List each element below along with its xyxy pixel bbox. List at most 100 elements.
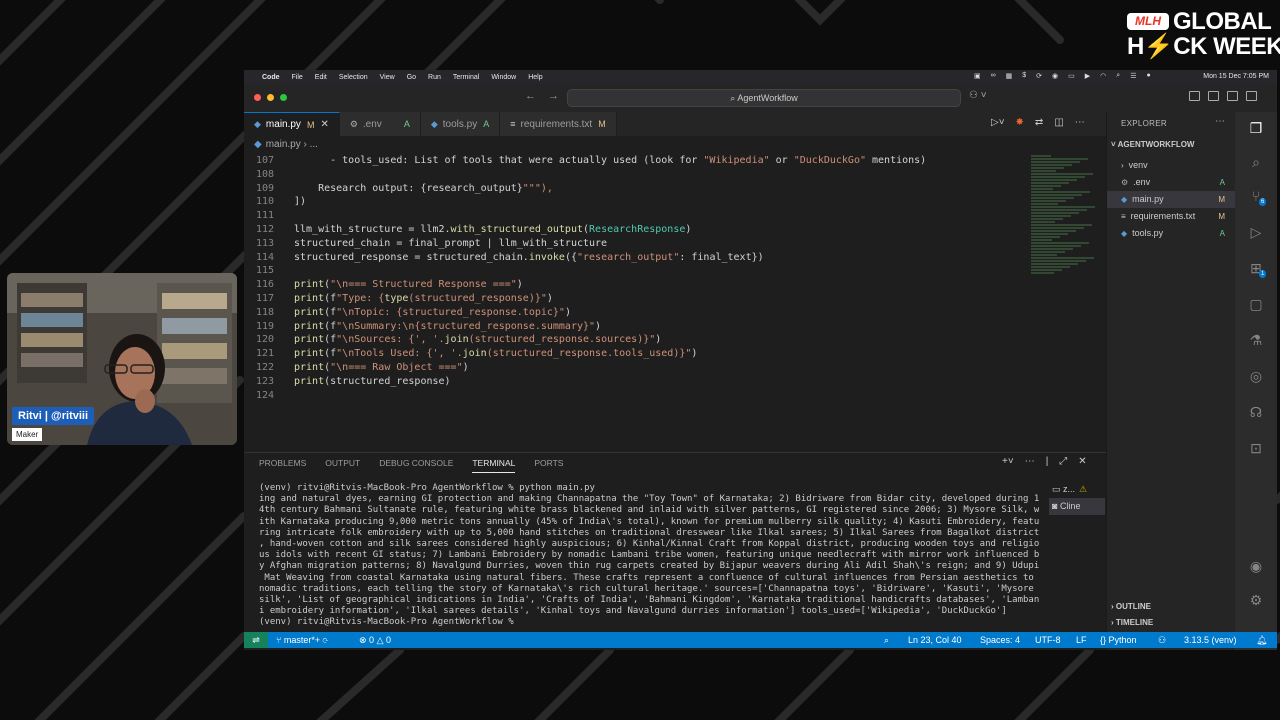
code-line[interactable]: 124: [244, 389, 1029, 403]
problems-count[interactable]: ⊗ 0 △ 0: [359, 632, 391, 648]
tab-terminal[interactable]: TERMINAL: [472, 458, 516, 473]
code-line[interactable]: 114 structured_response = structured_chai…: [244, 251, 1029, 265]
minimize-window-button[interactable]: [267, 94, 274, 101]
code-editor[interactable]: 107 - tools_used: List of tools that wer…: [244, 154, 1029, 414]
code-line[interactable]: 123 print(structured_response): [244, 375, 1029, 389]
debug-extension-icon[interactable]: ✸: [1016, 117, 1024, 128]
tab-output[interactable]: OUTPUT: [325, 458, 360, 473]
user-icon[interactable]: ●: [1146, 72, 1150, 80]
menu-file[interactable]: File: [292, 74, 303, 81]
extensions-icon[interactable]: ⊞ 1: [1235, 260, 1277, 278]
forward-arrow-icon[interactable]: →: [548, 90, 559, 102]
close-tab-icon[interactable]: ✕: [320, 119, 328, 130]
tab-main-py[interactable]: ◆ main.py M ✕: [244, 112, 340, 136]
explorer-folder-header[interactable]: ˅ AGENTWORKFLOW: [1111, 140, 1194, 149]
search-icon[interactable]: ⌕: [1116, 72, 1120, 80]
code-line[interactable]: 120 print(f"\nSources: {', '.join(structu…: [244, 333, 1029, 347]
code-line[interactable]: 117 print(f"Type: {type(structured_respon…: [244, 292, 1029, 306]
explorer-icon[interactable]: ❐: [1235, 120, 1277, 137]
menu-run[interactable]: Run: [428, 74, 441, 81]
command-center-search[interactable]: ⌕ AgentWorkflow: [567, 89, 961, 107]
robot-icon[interactable]: ⊡: [1235, 440, 1277, 457]
terminal-cline[interactable]: ◙ Cline: [1049, 498, 1105, 515]
close-panel-icon[interactable]: ✕: [1078, 456, 1086, 467]
toggle-secondary-sidebar-icon[interactable]: [1246, 91, 1257, 101]
encoding[interactable]: UTF-8: [1035, 632, 1061, 648]
run-debug-icon[interactable]: ▷: [1235, 224, 1277, 241]
code-line[interactable]: 112 llm_with_structure = llm2.with_struct…: [244, 223, 1029, 237]
record-icon[interactable]: ◉: [1052, 72, 1058, 80]
wifi-icon[interactable]: ◠: [1100, 72, 1106, 80]
tab-debug-console[interactable]: DEBUG CONSOLE: [379, 458, 453, 473]
code-line[interactable]: 113 structured_chain = final_prompt | llm…: [244, 237, 1029, 251]
sync-icon[interactable]: ⟳: [1036, 72, 1042, 80]
line-ending[interactable]: LF: [1076, 632, 1087, 648]
search-icon[interactable]: ⌕: [1235, 154, 1277, 171]
timeline-section[interactable]: › TIMELINE: [1111, 618, 1153, 627]
menu-go[interactable]: Go: [407, 74, 416, 81]
git-branch[interactable]: ⑂ master*+ ⟳: [276, 632, 328, 648]
grid-icon[interactable]: ▦: [1006, 72, 1013, 80]
code-line[interactable]: 109 Research output: {research_output}""…: [244, 182, 1029, 196]
menu-view[interactable]: View: [380, 74, 395, 81]
tab-problems[interactable]: PROBLEMS: [259, 458, 306, 473]
menu-app[interactable]: Code: [262, 74, 280, 81]
maximize-panel-icon[interactable]: ⤢: [1059, 456, 1067, 467]
tab-requirements[interactable]: ≡ requirements.txt M: [500, 112, 617, 136]
code-line[interactable]: 118 print(f"\nTopic: {structured_response…: [244, 306, 1029, 320]
link-icon[interactable]: ∞: [991, 72, 996, 80]
code-line[interactable]: 115: [244, 264, 1029, 278]
toggle-primary-sidebar-icon[interactable]: [1208, 91, 1219, 101]
copilot-status-icon[interactable]: ⚇: [1158, 632, 1166, 648]
zoom-window-button[interactable]: [280, 94, 287, 101]
account-icon[interactable]: ◉: [1235, 558, 1277, 575]
menu-selection[interactable]: Selection: [339, 74, 368, 81]
python-interpreter[interactable]: 3.13.5 (venv): [1184, 632, 1237, 648]
explorer-item-venv[interactable]: › venv: [1107, 157, 1235, 174]
code-line[interactable]: 111: [244, 209, 1029, 223]
code-line[interactable]: 107 - tools_used: List of tools that wer…: [244, 154, 1029, 168]
indentation[interactable]: Spaces: 4: [980, 632, 1020, 648]
tab-tools-py[interactable]: ◆ tools.py A: [420, 112, 501, 136]
battery-icon[interactable]: ▭: [1068, 72, 1075, 80]
close-window-button[interactable]: [254, 94, 261, 101]
screen-share-icon[interactable]: ▣: [974, 72, 981, 80]
explorer-item-requirements[interactable]: ≡ requirements.txt M: [1107, 208, 1235, 225]
customize-layout-icon[interactable]: [1189, 91, 1200, 101]
cursor-position[interactable]: Ln 23, Col 40: [908, 632, 962, 648]
menu-window[interactable]: Window: [491, 74, 516, 81]
terminal-output[interactable]: (venv) ritvi@Ritvis-MacBook-Pro AgentWor…: [259, 483, 1039, 628]
source-control-icon[interactable]: ⑂ 6: [1235, 188, 1277, 206]
new-terminal-icon[interactable]: +˅: [1002, 456, 1014, 467]
explorer-item-tools-py[interactable]: ◆ tools.py A: [1107, 225, 1235, 242]
tab-ports[interactable]: PORTS: [534, 458, 563, 473]
menu-terminal[interactable]: Terminal: [453, 74, 479, 81]
zoom-icon[interactable]: ⌕: [884, 632, 889, 648]
code-line[interactable]: 108: [244, 168, 1029, 182]
language-mode[interactable]: {} Python: [1100, 632, 1137, 648]
menu-edit[interactable]: Edit: [315, 74, 327, 81]
menu-help[interactable]: Help: [528, 74, 542, 81]
outline-section[interactable]: › OUTLINE: [1111, 602, 1151, 611]
code-line[interactable]: 121 print(f"\nTools Used: {', '.join(stru…: [244, 347, 1029, 361]
remote-explorer-icon[interactable]: ▢: [1235, 296, 1277, 313]
code-line[interactable]: 122 print("\n=== Raw Object ==="): [244, 361, 1029, 375]
tab-env[interactable]: ⚙ .env A: [339, 112, 421, 136]
remote-indicator-icon[interactable]: ⇌: [244, 632, 268, 648]
code-line[interactable]: 119 print(f"\nSummary:\n{structured_respo…: [244, 320, 1029, 334]
explorer-item-main-py[interactable]: ◆ main.py M: [1107, 191, 1235, 208]
more-icon[interactable]: ⋯: [1025, 456, 1035, 467]
alien-icon[interactable]: ☊: [1235, 404, 1277, 421]
code-line[interactable]: 116 print("\n=== Structured Response ==="…: [244, 278, 1029, 292]
explorer-item-env[interactable]: ⚙ .env A: [1107, 174, 1235, 191]
copilot-icon[interactable]: ⚇ ˅: [969, 90, 987, 101]
control-center-icon[interactable]: ☰: [1130, 72, 1136, 80]
notifications-icon[interactable]: 🔔︎: [1256, 632, 1267, 648]
code-line[interactable]: 110]): [244, 195, 1029, 209]
terminal-zsh[interactable]: ▭ z... ⚠: [1049, 481, 1105, 498]
minimap[interactable]: [1031, 154, 1099, 284]
run-icon[interactable]: ▷˅: [991, 117, 1005, 128]
more-actions-icon[interactable]: ⋯: [1075, 117, 1085, 128]
play-icon[interactable]: ▶: [1085, 72, 1090, 80]
settings-gear-icon[interactable]: ⚙: [1235, 592, 1277, 609]
